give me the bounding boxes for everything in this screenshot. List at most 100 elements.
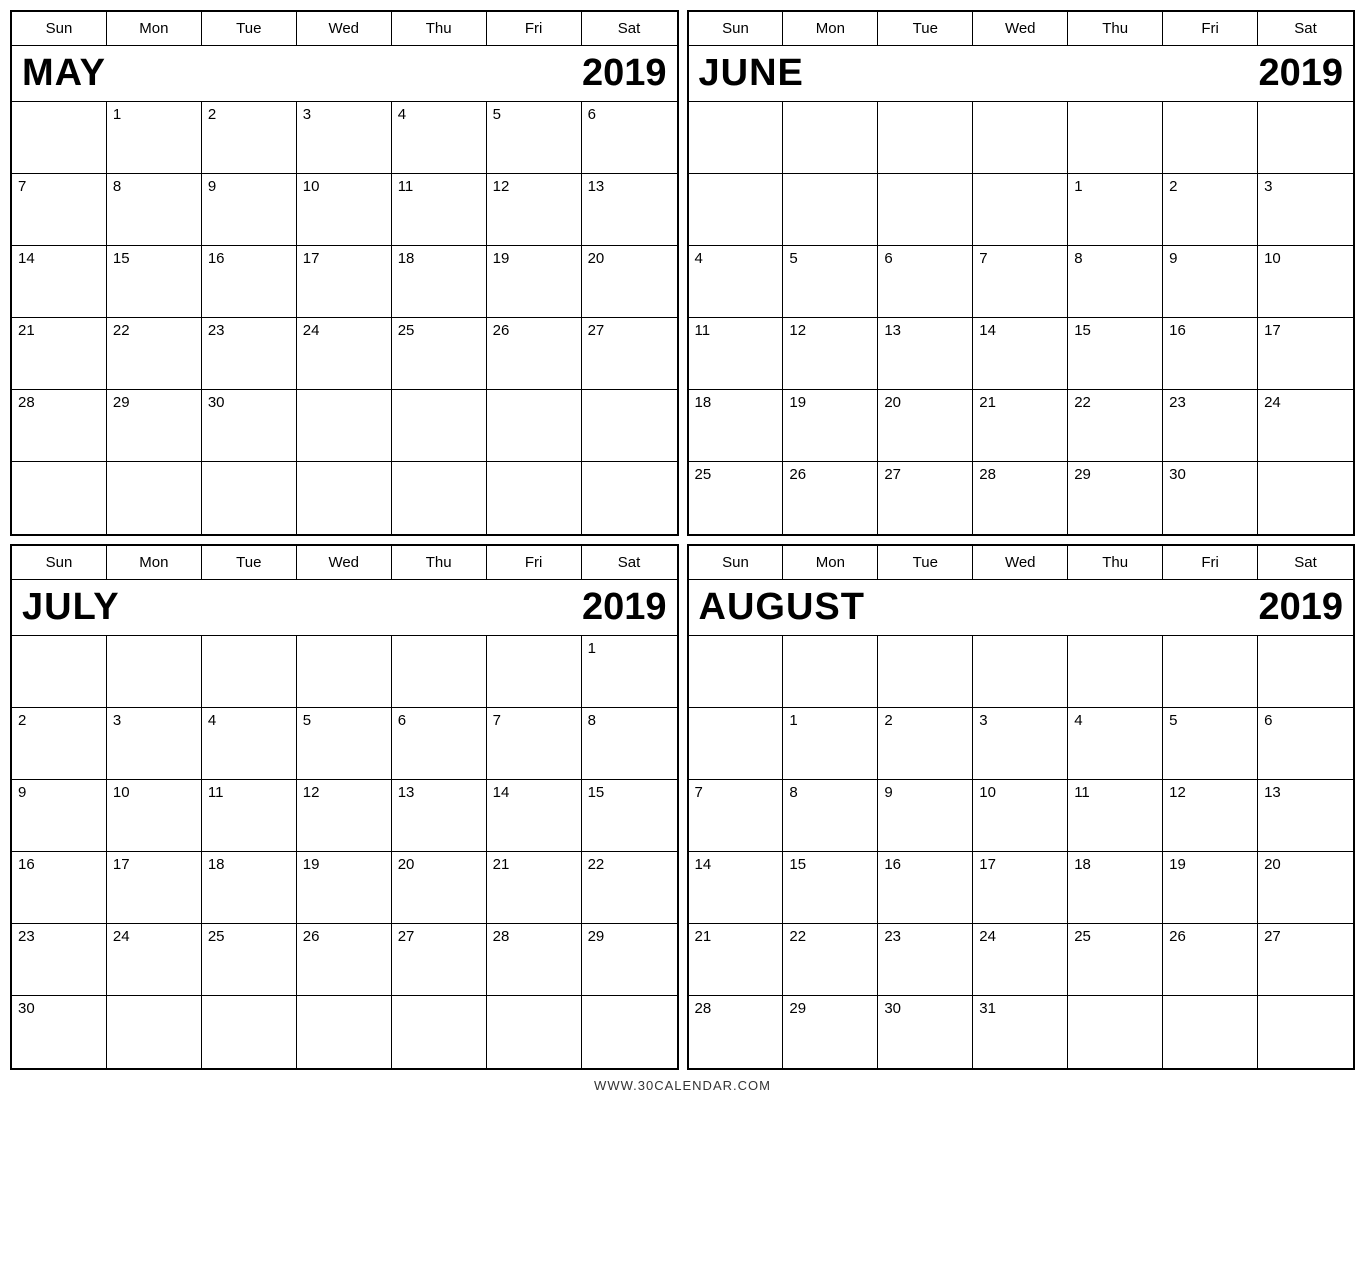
day-cell-23: 23 xyxy=(1163,390,1258,462)
day-cell-3: 3 xyxy=(1258,174,1353,246)
day-cell-22: 22 xyxy=(582,852,677,924)
day-cell-empty xyxy=(107,462,202,534)
day-header-fri: Fri xyxy=(1163,546,1258,579)
day-cell-28: 28 xyxy=(487,924,582,996)
day-header-thu: Thu xyxy=(1068,546,1163,579)
day-cell-17: 17 xyxy=(107,852,202,924)
calendar-july-2019: SunMonTueWedThuFriSatJULY201912345678910… xyxy=(10,544,679,1070)
day-headers-row: SunMonTueWedThuFriSat xyxy=(689,12,1354,46)
day-cell-26: 26 xyxy=(487,318,582,390)
day-cell-7: 7 xyxy=(689,780,784,852)
day-cell-2: 2 xyxy=(878,708,973,780)
day-cell-9: 9 xyxy=(12,780,107,852)
day-cell-15: 15 xyxy=(107,246,202,318)
year-name: 2019 xyxy=(1258,52,1343,95)
day-cell-empty xyxy=(202,636,297,708)
day-cell-14: 14 xyxy=(689,852,784,924)
day-cell-5: 5 xyxy=(297,708,392,780)
day-cell-8: 8 xyxy=(1068,246,1163,318)
day-cell-10: 10 xyxy=(107,780,202,852)
day-cell-21: 21 xyxy=(12,318,107,390)
day-cell-21: 21 xyxy=(973,390,1068,462)
day-cell-empty xyxy=(582,462,677,534)
day-cell-20: 20 xyxy=(878,390,973,462)
month-name: AUGUST xyxy=(699,586,865,629)
day-cell-3: 3 xyxy=(297,102,392,174)
day-headers-row: SunMonTueWedThuFriSat xyxy=(12,12,677,46)
day-cell-27: 27 xyxy=(878,462,973,534)
day-cell-19: 19 xyxy=(1163,852,1258,924)
day-header-mon: Mon xyxy=(107,546,202,579)
day-cell-1: 1 xyxy=(1068,174,1163,246)
day-cell-18: 18 xyxy=(202,852,297,924)
day-header-sat: Sat xyxy=(582,12,677,45)
day-cell-25: 25 xyxy=(392,318,487,390)
day-cell-12: 12 xyxy=(487,174,582,246)
days-grid: 1234567891011121314151617181920212223242… xyxy=(12,636,677,1068)
day-cell-3: 3 xyxy=(107,708,202,780)
day-cell-30: 30 xyxy=(12,996,107,1068)
day-cell-5: 5 xyxy=(1163,708,1258,780)
day-cell-20: 20 xyxy=(582,246,677,318)
day-header-tue: Tue xyxy=(202,12,297,45)
day-header-fri: Fri xyxy=(487,546,582,579)
day-cell-28: 28 xyxy=(689,996,784,1068)
day-cell-empty xyxy=(689,708,784,780)
day-cell-11: 11 xyxy=(1068,780,1163,852)
day-headers-row: SunMonTueWedThuFriSat xyxy=(689,546,1354,580)
day-cell-empty xyxy=(973,174,1068,246)
day-cell-24: 24 xyxy=(1258,390,1353,462)
day-cell-22: 22 xyxy=(107,318,202,390)
month-title-row: MAY2019 xyxy=(12,46,677,102)
day-header-sun: Sun xyxy=(689,546,784,579)
day-header-sun: Sun xyxy=(12,12,107,45)
day-cell-12: 12 xyxy=(1163,780,1258,852)
day-cell-12: 12 xyxy=(297,780,392,852)
day-cell-25: 25 xyxy=(689,462,784,534)
day-cell-22: 22 xyxy=(1068,390,1163,462)
month-title-row: AUGUST 2019 xyxy=(689,580,1354,636)
day-cell-13: 13 xyxy=(582,174,677,246)
year-name: 2019 xyxy=(1258,586,1343,629)
day-cell-empty xyxy=(12,102,107,174)
day-cell-25: 25 xyxy=(202,924,297,996)
days-grid: 1234567891011121314151617181920212223242… xyxy=(689,102,1354,534)
day-cell-empty xyxy=(1258,636,1353,708)
day-header-thu: Thu xyxy=(1068,12,1163,45)
calendar-august-2019: SunMonTueWedThuFriSatAUGUST2019123456789… xyxy=(687,544,1356,1070)
day-cell-10: 10 xyxy=(1258,246,1353,318)
calendar-june-2019: SunMonTueWedThuFriSatJUNE201912345678910… xyxy=(687,10,1356,536)
day-cell-4: 4 xyxy=(392,102,487,174)
day-header-mon: Mon xyxy=(783,12,878,45)
day-header-sun: Sun xyxy=(689,12,784,45)
day-cell-1: 1 xyxy=(582,636,677,708)
day-header-fri: Fri xyxy=(1163,12,1258,45)
day-cell-empty xyxy=(1068,996,1163,1068)
day-cell-29: 29 xyxy=(783,996,878,1068)
day-headers-row: SunMonTueWedThuFriSat xyxy=(12,546,677,580)
month-name: JUNE xyxy=(699,52,804,95)
day-cell-empty xyxy=(1163,996,1258,1068)
day-header-wed: Wed xyxy=(297,546,392,579)
day-cell-empty xyxy=(297,636,392,708)
day-cell-11: 11 xyxy=(392,174,487,246)
day-cell-10: 10 xyxy=(297,174,392,246)
day-cell-empty xyxy=(1163,636,1258,708)
day-cell-24: 24 xyxy=(297,318,392,390)
day-cell-2: 2 xyxy=(12,708,107,780)
day-cell-13: 13 xyxy=(1258,780,1353,852)
day-cell-empty xyxy=(689,636,784,708)
day-header-mon: Mon xyxy=(783,546,878,579)
day-cell-20: 20 xyxy=(392,852,487,924)
day-cell-13: 13 xyxy=(878,318,973,390)
day-cell-27: 27 xyxy=(1258,924,1353,996)
day-cell-empty xyxy=(1258,462,1353,534)
day-header-thu: Thu xyxy=(392,12,487,45)
day-cell-21: 21 xyxy=(487,852,582,924)
day-cell-empty xyxy=(297,996,392,1068)
day-header-tue: Tue xyxy=(202,546,297,579)
day-cell-26: 26 xyxy=(783,462,878,534)
day-cell-17: 17 xyxy=(297,246,392,318)
day-cell-26: 26 xyxy=(1163,924,1258,996)
day-cell-12: 12 xyxy=(783,318,878,390)
